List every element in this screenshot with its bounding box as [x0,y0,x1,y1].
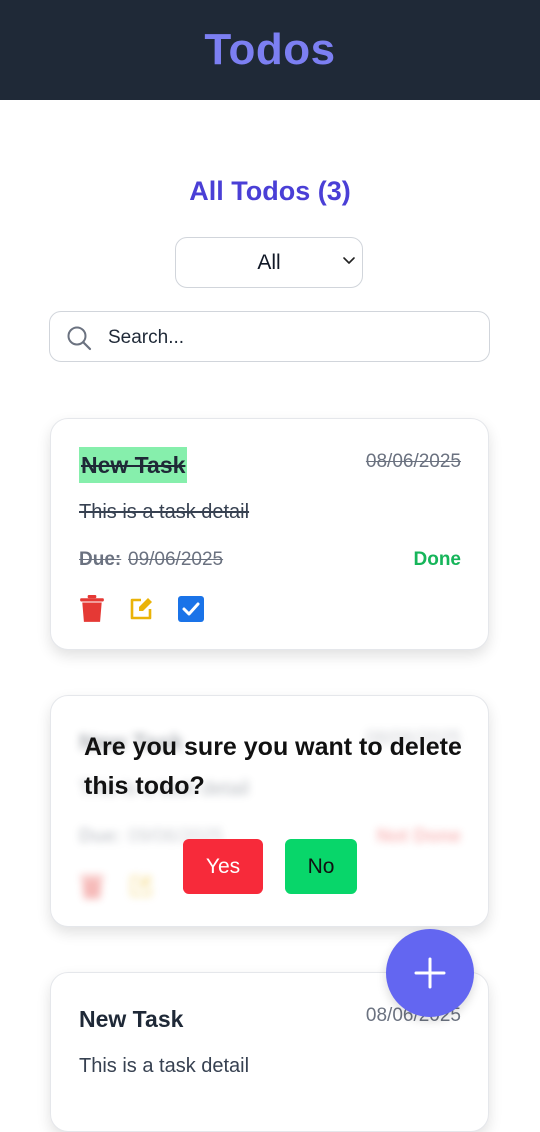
search-box[interactable] [49,311,490,362]
todo-title: New Task [79,1006,184,1032]
due-date: 09/06/2025 [128,549,224,570]
list-title: All Todos (3) [189,176,351,206]
delete-confirm-message: Are you sure you want to delete this tod… [84,733,462,800]
trash-icon[interactable] [79,595,105,623]
search-icon [67,326,92,351]
app-title: Todos [204,25,336,74]
chevron-down-icon [343,257,355,264]
confirm-no-button[interactable]: No [285,839,357,894]
todo-card-delete-confirm: New Task 08/06/2025 This is a task detai… [50,695,489,927]
todo-detail: This is a task detail [79,501,250,523]
plus-icon [414,957,446,989]
status-filter-select[interactable]: All [175,237,363,288]
todo-detail: This is a task detail [79,1055,250,1077]
todo-card: New Task 08/06/2025 This is a task detai… [50,418,489,650]
app-header: Todos [0,0,540,100]
todo-created-date: 08/06/2025 [365,451,461,472]
edit-icon[interactable] [128,595,154,623]
status-badge: Done [413,549,462,570]
due-label: Due: [79,549,122,570]
checkbox-icon[interactable] [178,595,204,623]
status-badge: Not Done [376,826,461,847]
confirm-yes-button[interactable]: Yes [183,839,263,894]
search-input[interactable] [106,322,470,354]
trash-icon [80,875,104,899]
todo-title: New Task [79,447,188,483]
due-label: Due: [79,826,122,847]
filter-selected-value: All [257,250,281,274]
edit-icon [130,875,152,897]
add-todo-button[interactable] [386,929,474,1017]
